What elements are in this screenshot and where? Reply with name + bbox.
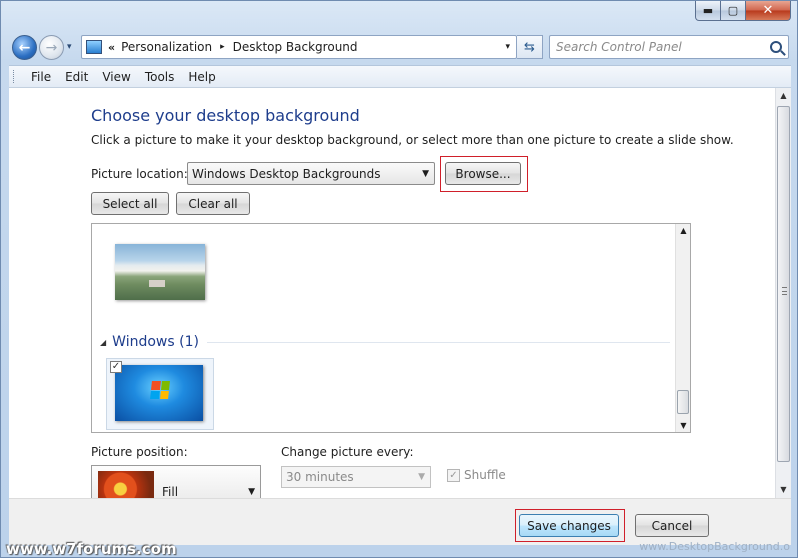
refresh-button[interactable]: ⇆ xyxy=(517,35,543,59)
thumbnail-checkbox[interactable]: ✓ xyxy=(110,361,122,373)
menu-help[interactable]: Help xyxy=(181,70,222,84)
control-panel-window: ▬ ▢ ✕ ← → ▾ « Personalization ▸ Desktop … xyxy=(0,0,798,558)
watermark-right: www.DesktopBackground.o xyxy=(639,540,790,553)
gallery-scrollbar[interactable]: ▲ ▼ xyxy=(675,224,690,432)
address-bar[interactable]: « Personalization ▸ Desktop Background ▾ xyxy=(81,35,517,59)
menu-bar: File Edit View Tools Help xyxy=(9,65,791,88)
menu-grip xyxy=(13,70,16,83)
close-button[interactable]: ✕ xyxy=(746,1,791,21)
breadcrumb-separator-icon[interactable]: ▸ xyxy=(220,42,225,52)
group-divider xyxy=(206,341,670,343)
save-changes-button[interactable]: Save changes xyxy=(519,514,619,537)
windows-logo-icon xyxy=(150,381,170,399)
clear-all-button[interactable]: Clear all xyxy=(176,192,250,215)
intro-text: Click a picture to make it your desktop … xyxy=(91,133,734,147)
thumbnail-house-detail xyxy=(149,280,165,287)
group-title: Windows (1) xyxy=(112,334,199,350)
select-all-button[interactable]: Select all xyxy=(91,192,169,215)
scroll-up-icon[interactable]: ▲ xyxy=(776,88,791,104)
caption-buttons: ▬ ▢ ✕ xyxy=(695,1,791,21)
collapse-triangle-icon[interactable]: ◢ xyxy=(100,338,106,347)
watermark-left: www.w7forums.com xyxy=(6,540,177,558)
picture-location-label: Picture location: xyxy=(91,167,188,181)
wallpaper-thumbnail-windows[interactable] xyxy=(115,365,203,421)
picture-gallery: ◢ Windows (1) ✓ ▲ ▼ xyxy=(91,223,691,433)
menu-edit[interactable]: Edit xyxy=(58,70,95,84)
position-preview-image xyxy=(98,471,154,498)
shuffle-checkbox[interactable]: ✓ xyxy=(447,469,460,482)
address-dropdown-icon[interactable]: ▾ xyxy=(505,42,510,52)
page-title: Choose your desktop background xyxy=(91,106,360,125)
browse-button[interactable]: Browse... xyxy=(445,162,521,185)
search-input[interactable]: Search Control Panel xyxy=(549,35,789,59)
picture-position-label: Picture position: xyxy=(91,445,188,459)
content-scroll-thumb[interactable] xyxy=(777,106,790,462)
back-arrow-icon: ← xyxy=(18,39,31,56)
refresh-icon: ⇆ xyxy=(524,39,535,55)
change-interval-value: 30 minutes xyxy=(286,470,354,484)
picture-location-value: Windows Desktop Backgrounds xyxy=(192,166,381,181)
breadcrumb-overflow-icon[interactable]: « xyxy=(108,41,115,54)
scroll-up-icon[interactable]: ▲ xyxy=(676,226,690,235)
chevron-down-icon[interactable]: ▼ xyxy=(248,487,255,497)
chevron-down-icon[interactable]: ▼ xyxy=(422,169,429,179)
cancel-button[interactable]: Cancel xyxy=(635,514,709,537)
search-placeholder: Search Control Panel xyxy=(556,40,682,54)
gallery-scroll-thumb[interactable] xyxy=(677,390,689,414)
recent-pages-dropdown[interactable]: ▾ xyxy=(67,42,72,52)
chevron-down-icon[interactable]: ▼ xyxy=(418,472,425,482)
breadcrumb-personalization[interactable]: Personalization xyxy=(121,40,212,54)
picture-position-value: Fill xyxy=(162,485,179,498)
picture-location-select[interactable]: Windows Desktop Backgrounds ▼ xyxy=(187,162,435,185)
footer-bar: Save changes Cancel xyxy=(9,498,791,545)
menu-view[interactable]: View xyxy=(95,70,137,84)
change-picture-label: Change picture every: xyxy=(281,445,414,459)
menu-tools[interactable]: Tools xyxy=(138,70,182,84)
breadcrumb-desktop-background[interactable]: Desktop Background xyxy=(233,40,358,54)
scroll-grip-icon xyxy=(782,287,787,295)
back-button[interactable]: ← xyxy=(12,35,37,60)
forward-arrow-icon: → xyxy=(45,39,58,56)
minimize-button[interactable]: ▬ xyxy=(695,1,721,21)
content-pane: Choose your desktop background Click a p… xyxy=(9,88,775,498)
wallpaper-thumbnail-windows-frame[interactable]: ✓ xyxy=(106,358,214,430)
group-header-windows[interactable]: ◢ Windows (1) xyxy=(100,334,670,350)
forward-button[interactable]: → xyxy=(39,35,64,60)
change-interval-select[interactable]: 30 minutes ▼ xyxy=(281,466,431,488)
search-icon[interactable] xyxy=(770,41,782,53)
wallpaper-thumbnail-cliffs[interactable] xyxy=(115,244,205,300)
maximize-button[interactable]: ▢ xyxy=(721,1,746,21)
scroll-down-icon[interactable]: ▼ xyxy=(776,482,791,498)
shuffle-label: Shuffle xyxy=(464,468,506,482)
picture-position-select[interactable]: Fill ▼ xyxy=(91,465,261,498)
scroll-down-icon[interactable]: ▼ xyxy=(676,421,690,430)
content-scrollbar[interactable]: ▲ ▼ xyxy=(775,88,791,498)
control-panel-icon xyxy=(86,40,102,54)
menu-file[interactable]: File xyxy=(24,70,58,84)
